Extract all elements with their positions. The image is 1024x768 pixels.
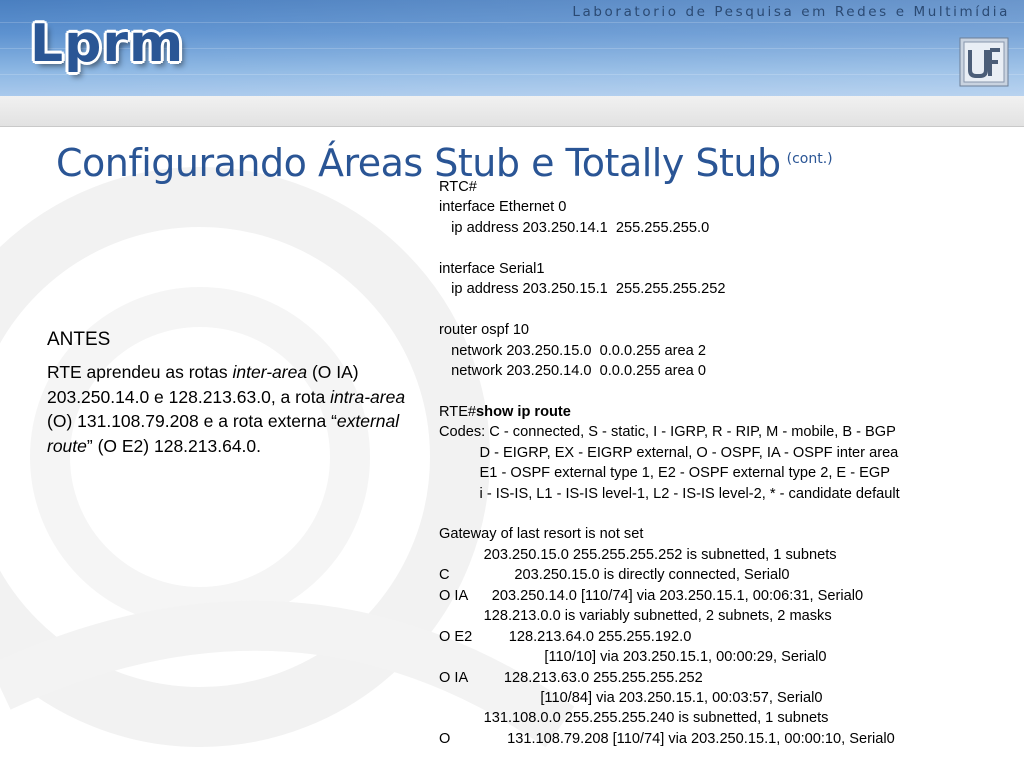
header-banner: Laboratorio de Pesquisa em Redes e Multi… <box>0 0 1024 96</box>
code-line: interface Ethernet 0 <box>439 199 567 216</box>
lab-name: Laboratorio de Pesquisa em Redes e Multi… <box>572 4 1010 20</box>
code-line: RTC# <box>439 179 477 195</box>
code-line: O 131.108.79.208 [110/74] via 203.250.15… <box>439 730 895 747</box>
code-line: 203.250.15.0 255.255.255.252 is subnette… <box>439 546 837 563</box>
code-line: O E2 128.213.64.0 255.255.192.0 <box>439 628 692 645</box>
code-line: [110/84] via 203.250.15.1, 00:03:57, Ser… <box>439 689 823 706</box>
code-line: C 203.250.15.0 is directly connected, Se… <box>439 567 790 584</box>
code-line: O IA 128.213.63.0 255.255.255.252 <box>439 669 703 686</box>
router-config-output: RTC# interface Ethernet 0 ip address 203.… <box>439 177 900 749</box>
left-column: ANTES RTE aprendeu as rotas inter-area (… <box>47 326 407 458</box>
ufes-logo-icon <box>959 37 1009 87</box>
code-line: ip address 203.250.14.1 255.255.255.0 <box>439 219 710 236</box>
code-line: Codes: C - connected, S - static, I - IG… <box>439 424 896 441</box>
code-line: interface Serial1 <box>439 260 545 277</box>
code-line: O IA 203.250.14.0 [110/74] via 203.250.1… <box>439 587 864 604</box>
antes-italic-intra-area: intra-area <box>330 386 406 407</box>
antes-heading: ANTES <box>47 329 111 350</box>
code-line: ip address 203.250.15.1 255.255.255.252 <box>439 281 726 298</box>
antes-paragraph: RTE aprendeu as rotas inter-area (O IA) … <box>47 360 407 458</box>
lprm-logo: Lprm <box>30 14 185 74</box>
antes-italic-inter-area: inter-area <box>232 362 308 382</box>
slide-title-suffix: (cont.) <box>786 150 833 167</box>
banner-stripe <box>0 74 1024 75</box>
code-line: E1 - OSPF external type 1, E2 - OSPF ext… <box>439 465 890 482</box>
code-line: network 203.250.14.0 0.0.0.255 area 0 <box>439 362 706 379</box>
code-line: Gateway of last resort is not set <box>439 526 644 543</box>
code-line: network 203.250.15.0 0.0.0.255 area 2 <box>439 342 706 359</box>
show-ip-route-command: show ip route <box>476 403 571 420</box>
banner-bottom-bar <box>0 96 1024 127</box>
code-line: router ospf 10 <box>439 322 530 339</box>
rte-prompt: RTE# <box>439 403 477 420</box>
code-line: 128.213.0.0 is variably subnetted, 2 sub… <box>439 608 832 625</box>
show-ip-route-command-line: RTE#show ip route <box>439 402 900 422</box>
antes-text-3: (O) 131.108.79.208 e a rota externa “ <box>47 411 337 431</box>
antes-text-4: ” (O E2) 128.213.64.0. <box>86 435 262 456</box>
code-line: [110/10] via 203.250.15.1, 00:00:29, Ser… <box>439 649 827 666</box>
code-line: 131.108.0.0 255.255.255.240 is subnetted… <box>439 710 829 727</box>
code-line: i - IS-IS, L1 - IS-IS level-1, L2 - IS-I… <box>439 485 900 502</box>
code-line: D - EIGRP, EX - EIGRP external, O - OSPF… <box>439 444 899 461</box>
antes-text-1: RTE aprendeu as rotas <box>47 362 233 382</box>
